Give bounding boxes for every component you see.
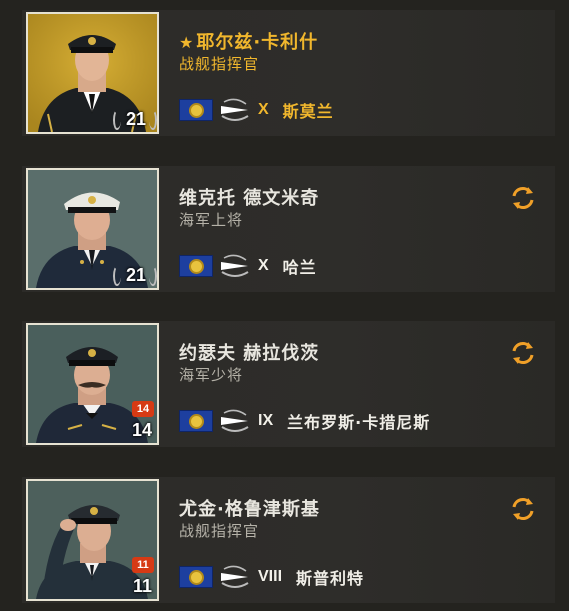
ship-assignment: IX 兰布罗斯·卡措尼斯: [179, 409, 430, 433]
commander-rank: 海军上将: [179, 211, 244, 229]
commander-portrait: 14 14: [26, 323, 159, 445]
battleship-class-icon: [221, 254, 249, 277]
battleship-class-icon: [221, 98, 249, 121]
commander-card[interactable]: 21 ★ 耶尔兹·卡利什 战舰指挥官 X 斯莫兰: [22, 10, 555, 136]
commander-rank: 战舰指挥官: [179, 55, 260, 73]
ship-tier: IX: [258, 412, 274, 429]
commander-portrait: 21: [26, 12, 159, 134]
commander-card[interactable]: 21 维克托 德文米奇 海军上将 X 哈兰: [22, 166, 555, 292]
commander-name-text: 耶尔兹·卡利什: [196, 32, 319, 53]
commander-list: 21 ★ 耶尔兹·卡利什 战舰指挥官 X 斯莫兰 21 维克托 德文米奇 海军上…: [0, 0, 569, 611]
commander-rank: 海军少将: [179, 366, 244, 384]
commander-portrait: 21: [26, 168, 159, 290]
commander-portrait: 11 11: [26, 479, 159, 601]
refresh-icon[interactable]: [509, 495, 537, 523]
commander-name: 约瑟夫 赫拉伐茨: [179, 343, 320, 364]
ship-assignment: X 哈兰: [179, 254, 317, 278]
refresh-icon[interactable]: [509, 339, 537, 367]
ship-name: 兰布罗斯·卡措尼斯: [287, 413, 431, 432]
laurel-left-icon: [113, 110, 121, 130]
commander-level: 21: [125, 109, 146, 129]
ship-name: 斯莫兰: [282, 102, 334, 121]
ship-name: 哈兰: [282, 258, 317, 277]
battleship-class-icon: [221, 565, 249, 588]
commander-rank: 战舰指挥官: [179, 522, 260, 540]
ship-name: 斯普利特: [296, 569, 365, 588]
commander-card[interactable]: 14 14 约瑟夫 赫拉伐茨 海军少将 IX 兰布罗斯·卡措尼斯: [22, 321, 555, 447]
nation-flag-icon: [179, 99, 213, 121]
star-icon: ★: [179, 33, 195, 52]
battleship-class-icon: [221, 409, 249, 432]
ship-assignment: VIII 斯普利特: [179, 565, 364, 589]
commander-card[interactable]: 11 11 尤金·格鲁津斯基 战舰指挥官 VIII 斯普利特: [22, 477, 555, 603]
commander-level: 21: [125, 265, 146, 285]
commander-level: 11: [132, 576, 152, 596]
badge-count: 14: [132, 401, 154, 417]
nation-flag-icon: [179, 566, 213, 588]
nation-flag-icon: [179, 410, 213, 432]
laurel-right-icon: [149, 266, 157, 286]
laurel-left-icon: [113, 266, 121, 286]
badge-count: 11: [132, 557, 154, 573]
nation-flag-icon: [179, 255, 213, 277]
commander-level: 14: [131, 420, 152, 440]
ship-tier: X: [258, 101, 269, 118]
refresh-icon[interactable]: [509, 184, 537, 212]
ship-assignment: X 斯莫兰: [179, 98, 334, 122]
ship-tier: X: [258, 257, 269, 274]
commander-name: 尤金·格鲁津斯基: [179, 499, 320, 520]
commander-name: ★ 耶尔兹·卡利什: [179, 28, 318, 54]
ship-tier: VIII: [258, 568, 283, 585]
laurel-right-icon: [149, 110, 157, 130]
commander-name: 维克托 德文米奇: [179, 188, 320, 209]
